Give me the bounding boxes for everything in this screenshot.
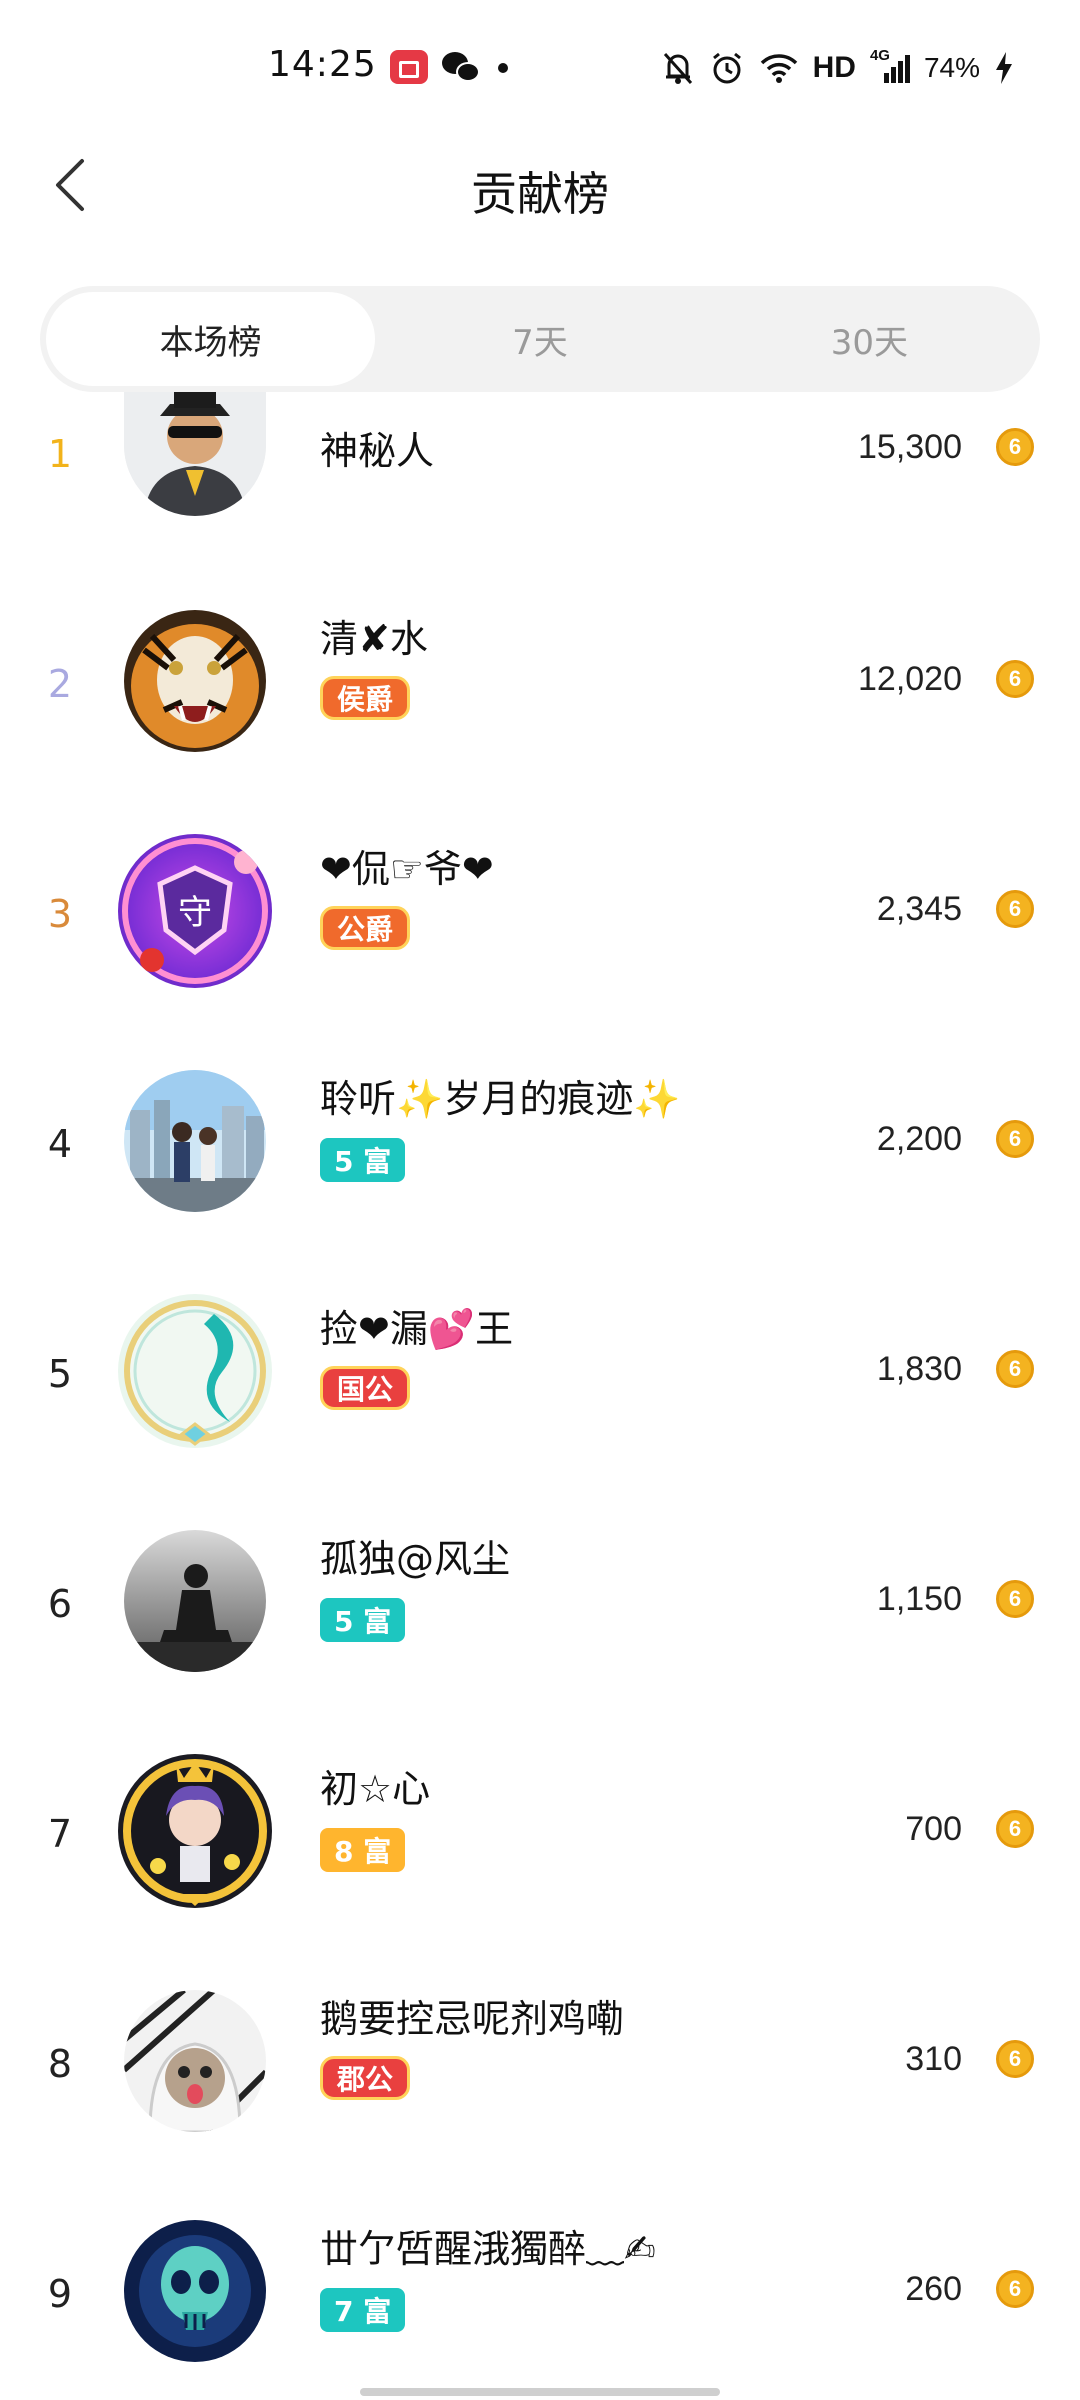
user-name: 孤独@风尘 [320, 1537, 511, 1581]
avatar[interactable] [124, 2220, 266, 2362]
hd-indicator: HD [812, 51, 856, 84]
rank-number: 4 [47, 1122, 73, 1166]
score-value: 15,300 [858, 428, 962, 466]
user-name: 清✘水 [320, 617, 428, 661]
score-value: 2,200 [876, 1120, 962, 1158]
coin-icon: 6 [996, 890, 1034, 928]
coin-icon: 6 [996, 1580, 1034, 1618]
list-item[interactable]: 1 神秘人 15,300 6 [0, 392, 1080, 560]
user-name: 鹅要控忌呢剂鸡嘞 [320, 1997, 625, 2041]
user-name: 丗亇啠醒涐獨醉﹏✍ [320, 2227, 656, 2271]
avatar[interactable] [118, 1294, 272, 1448]
alarm-icon [709, 50, 745, 86]
rank-number: 1 [47, 432, 73, 476]
avatar[interactable] [124, 1990, 266, 2132]
tab-7-days[interactable]: 7天 [375, 292, 704, 386]
battery-percent: 74% [923, 52, 980, 83]
avatar[interactable]: 守 [118, 834, 272, 988]
status-time: 14:25 [268, 44, 377, 85]
coin-icon: 6 [996, 2270, 1034, 2308]
list-item[interactable]: 7 初☆心 8 富 700 6 [0, 1710, 1080, 1940]
rank-number: 9 [47, 2272, 73, 2316]
avatar[interactable] [124, 610, 266, 752]
avatar[interactable] [124, 1530, 266, 1672]
coin-icon: 6 [996, 1350, 1034, 1388]
user-name: 捡❤漏💕王 [320, 1307, 514, 1351]
noble-badge: 郡公 [320, 2056, 411, 2100]
avatar[interactable] [124, 1070, 266, 1212]
user-name: 初☆心 [320, 1767, 431, 1811]
header: 贡献榜 [0, 130, 1080, 240]
ranking-list[interactable]: 1 神秘人 15,300 6 2 清✘水 侯爵 12,020 6 3 守 ❤侃☞… [0, 392, 1080, 2380]
wealth-badge: 8 富 [320, 1828, 406, 1872]
notification-dot-icon [498, 63, 508, 73]
rank-number: 2 [47, 662, 73, 706]
list-item[interactable]: 4 聆听✨岁月的痕迹✨ 5 富 2,200 6 [0, 1020, 1080, 1250]
rank-number: 5 [47, 1352, 73, 1396]
svg-text:守: 守 [178, 893, 212, 933]
home-indicator[interactable] [360, 2388, 720, 2396]
wechat-icon [442, 50, 482, 84]
wifi-icon [759, 52, 799, 84]
cellular-signal-icon: 4G [870, 47, 910, 85]
wealth-badge: 7 富 [320, 2288, 406, 2332]
status-bar: 14:25 HD 4G 74% [0, 0, 1080, 120]
tab-30-days[interactable]: 30天 [705, 292, 1034, 386]
rank-number: 7 [47, 1812, 73, 1856]
wealth-badge: 5 富 [320, 1138, 406, 1182]
status-right-group: HD 4G 74% [661, 47, 1014, 88]
coin-icon: 6 [996, 428, 1034, 466]
period-tabs: 本场榜 7天 30天 [40, 286, 1040, 392]
list-item[interactable]: 9 丗亇啠醒涐獨醉﹏✍ 7 富 260 6 [0, 2170, 1080, 2380]
wealth-badge: 5 富 [320, 1598, 406, 1642]
score-value: 260 [905, 2270, 962, 2308]
list-item[interactable]: 5 捡❤漏💕王 国公 1,830 6 [0, 1250, 1080, 1480]
coin-icon: 6 [996, 660, 1034, 698]
score-value: 310 [905, 2040, 962, 2078]
score-value: 1,830 [876, 1350, 962, 1388]
avatar[interactable] [124, 392, 266, 516]
charging-icon [994, 50, 1014, 86]
noble-badge: 公爵 [320, 906, 411, 950]
score-value: 12,020 [858, 660, 962, 698]
list-item[interactable]: 2 清✘水 侯爵 12,020 6 [0, 560, 1080, 790]
coin-icon: 6 [996, 1810, 1034, 1848]
noble-badge: 国公 [320, 1366, 411, 1410]
noble-badge: 侯爵 [320, 676, 411, 720]
score-value: 1,150 [876, 1580, 962, 1618]
coin-icon: 6 [996, 2040, 1034, 2078]
list-item[interactable]: 3 守 ❤侃☞爷❤ 公爵 2,345 6 [0, 790, 1080, 1020]
rank-number: 3 [47, 892, 73, 936]
rank-number: 8 [47, 2042, 73, 2086]
user-name: 神秘人 [320, 429, 435, 473]
score-value: 2,345 [876, 890, 962, 928]
mute-bell-icon [661, 50, 695, 86]
list-item[interactable]: 6 孤独@风尘 5 富 1,150 6 [0, 1480, 1080, 1710]
list-item[interactable]: 8 鹅要控忌呢剂鸡嘞 郡公 310 6 [0, 1940, 1080, 2170]
avatar[interactable] [118, 1754, 272, 1908]
user-name: 聆听✨岁月的痕迹✨ [320, 1077, 681, 1121]
coin-icon: 6 [996, 1120, 1034, 1158]
tab-this-session[interactable]: 本场榜 [46, 292, 376, 386]
score-value: 700 [905, 1810, 962, 1848]
rank-number: 6 [47, 1582, 73, 1626]
screen-record-icon [390, 50, 428, 84]
page-title: 贡献榜 [471, 167, 609, 221]
user-name: ❤侃☞爷❤ [320, 847, 494, 891]
